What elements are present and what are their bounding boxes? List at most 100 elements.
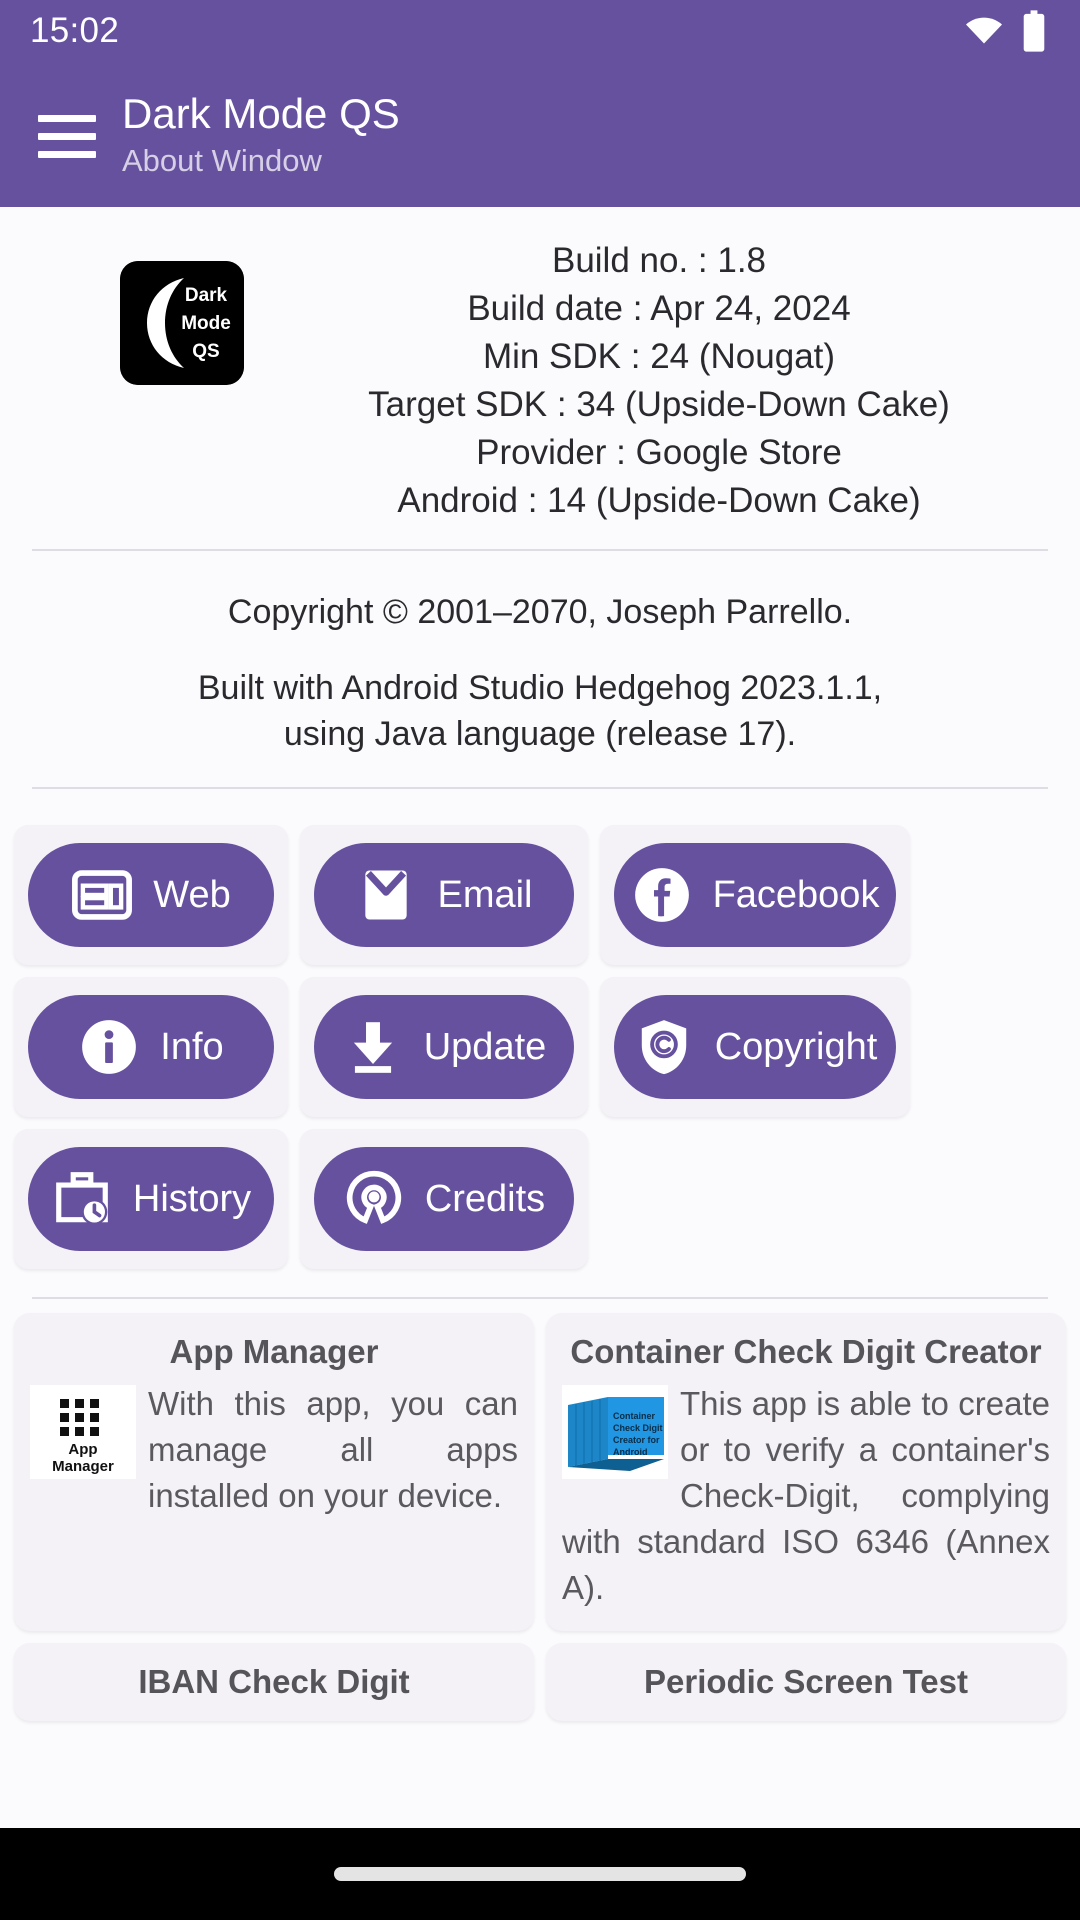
svg-text:Mode: Mode — [181, 313, 231, 334]
copyright-button-label: Copyright — [714, 1025, 878, 1068]
button-row-1: Web Email Facebook — [8, 819, 1072, 971]
email-button-label: Email — [437, 873, 533, 916]
envelope-icon — [365, 870, 408, 920]
copyright-button-cell[interactable]: Copyright — [600, 977, 910, 1117]
built-with-line-1: Built with Android Studio Hedgehog 2023.… — [197, 669, 883, 707]
web-button-cell[interactable]: Web — [14, 825, 288, 965]
update-button-cell[interactable]: Update — [300, 977, 588, 1117]
info-button-cell[interactable]: Info — [14, 977, 288, 1117]
work-history-briefcase-clock-icon — [56, 1172, 108, 1225]
svg-text:App: App — [68, 1441, 97, 1458]
status-bar: 15:02 — [0, 0, 1080, 62]
build-info-label: Target SDK : — [368, 385, 567, 424]
history-button-cell[interactable]: History — [14, 1129, 288, 1269]
container-check-digit-icon: Container Check Digit Creator for Androi… — [562, 1385, 668, 1479]
wifi-icon — [966, 17, 1002, 44]
app-card-iban-check-digit[interactable]: IBAN Check Digit — [14, 1643, 534, 1721]
open-source-initiative-icon — [346, 1170, 401, 1224]
build-info-section: Dark Mode QS Build no. : 1.8 Build date … — [0, 207, 1080, 525]
svg-text:Check Digit: Check Digit — [613, 1423, 663, 1433]
svg-text:Container: Container — [613, 1411, 656, 1421]
status-clock: 15:02 — [30, 11, 120, 50]
button-row-2: Info Update Copyright — [8, 971, 1072, 1123]
email-button-cell[interactable]: Email — [300, 825, 588, 965]
svg-text:Creator for: Creator for — [613, 1435, 660, 1445]
page-title: Dark Mode QS — [122, 89, 400, 137]
email-button[interactable]: Email — [314, 843, 574, 947]
built-with-line-2: using Java language (release 17). — [283, 715, 797, 753]
build-info-list: Build no. : 1.8 Build date : Apr 24, 202… — [262, 231, 1056, 525]
build-info-row: Min SDK : 24 (Nougat) — [262, 333, 1056, 381]
copyright-button[interactable]: Copyright — [614, 995, 896, 1099]
dark-mode-qs-app-icon: Dark Mode QS — [120, 261, 244, 385]
credits-button[interactable]: Credits — [314, 1147, 574, 1251]
battery-icon — [1023, 10, 1045, 52]
credits-button-cell[interactable]: Credits — [300, 1129, 588, 1269]
phone-screen: 15:02 Dark Mode QS About Window Dark Mod… — [0, 0, 1080, 1920]
system-navigation-bar — [0, 1828, 1080, 1920]
button-row-3: History Credits — [8, 1123, 1072, 1275]
app-card-title: App Manager — [169, 1333, 379, 1370]
svg-text:Dark: Dark — [185, 285, 228, 306]
update-button[interactable]: Update — [314, 995, 574, 1099]
build-info-label: Provider : — [476, 433, 626, 472]
app-card-title: IBAN Check Digit — [138, 1663, 410, 1700]
app-card-body: Container Check Digit Creator for Androi… — [562, 1381, 1050, 1611]
build-info-label: Build no. : — [551, 241, 708, 280]
build-info-label: Android : — [397, 481, 538, 520]
divider-apps — [32, 1297, 1048, 1299]
build-info-row: Provider : Google Store — [262, 429, 1056, 477]
history-button-label: History — [132, 1177, 252, 1220]
page-subtitle: About Window — [122, 142, 322, 178]
home-gesture-pill[interactable] — [334, 1867, 746, 1881]
app-manager-grid-icon: App Manager — [30, 1385, 136, 1479]
facebook-button-label: Facebook — [712, 873, 880, 916]
update-button-label: Update — [423, 1025, 547, 1068]
app-card-row-2-clipped: IBAN Check Digit Periodic Screen Test — [8, 1637, 1072, 1727]
facebook-button[interactable]: Facebook — [614, 843, 896, 947]
build-info-row: Android : 14 (Upside-Down Cake) — [262, 477, 1056, 525]
build-info-row: Build no. : 1.8 — [262, 237, 1056, 285]
info-button[interactable]: Info — [28, 995, 274, 1099]
status-system-icons — [964, 10, 1046, 52]
scroll-content[interactable]: Dark Mode QS Build no. : 1.8 Build date … — [0, 207, 1080, 1727]
svg-text:QS: QS — [192, 341, 219, 362]
facebook-button-cell[interactable]: Facebook — [600, 825, 910, 965]
app-card-app-manager[interactable]: App Manager App Manager With this app, y… — [14, 1313, 534, 1631]
copyright-section: Copyright © 2001–2070, Joseph Parrello. … — [0, 575, 1080, 763]
build-info-value: 1.8 — [717, 241, 767, 280]
history-button[interactable]: History — [28, 1147, 274, 1251]
credits-button-label: Credits — [424, 1177, 546, 1220]
copyright-shield-icon — [641, 1020, 686, 1075]
build-info-value: 34 (Upside-Down Cake) — [576, 385, 950, 424]
divider-top — [32, 549, 1048, 551]
build-info-value: Google Store — [635, 433, 842, 472]
build-info-value: Apr 24, 2024 — [650, 289, 851, 328]
build-info-row: Target SDK : 34 (Upside-Down Cake) — [262, 381, 1056, 429]
download-arrow-icon — [353, 1022, 392, 1073]
app-card-periodic-screen-test[interactable]: Periodic Screen Test — [546, 1643, 1066, 1721]
app-card-title: Periodic Screen Test — [643, 1663, 969, 1700]
facebook-icon — [634, 868, 689, 922]
app-bar: Dark Mode QS About Window — [0, 62, 1080, 207]
app-bar-titles: Dark Mode QS About Window — [122, 88, 400, 182]
hamburger-menu-icon[interactable] — [38, 115, 96, 158]
build-info-label: Build date : — [467, 289, 643, 328]
svg-text:Manager: Manager — [52, 1458, 114, 1475]
build-info-value: 14 (Upside-Down Cake) — [547, 481, 921, 520]
app-card-row-1: App Manager App Manager With this app, y… — [8, 1307, 1072, 1637]
app-card-title: Container Check Digit Creator — [570, 1333, 1042, 1370]
info-circle-icon — [82, 1020, 137, 1074]
build-info-value: 24 (Nougat) — [650, 337, 836, 376]
app-card-container-check-digit-creator[interactable]: Container Check Digit Creator Container … — [546, 1313, 1066, 1631]
app-card-body: App Manager With this app, you can manag… — [30, 1381, 518, 1519]
svg-text:Android: Android — [613, 1447, 648, 1457]
info-button-label: Info — [160, 1025, 224, 1068]
copyright-line: Copyright © 2001–2070, Joseph Parrello. — [227, 593, 853, 631]
web-button[interactable]: Web — [28, 843, 274, 947]
divider-bottom — [32, 787, 1048, 789]
related-apps-section: App Manager App Manager With this app, y… — [0, 1307, 1080, 1727]
build-info-label: Min SDK : — [482, 337, 641, 376]
web-button-label: Web — [153, 873, 231, 916]
build-info-row: Build date : Apr 24, 2024 — [262, 285, 1056, 333]
